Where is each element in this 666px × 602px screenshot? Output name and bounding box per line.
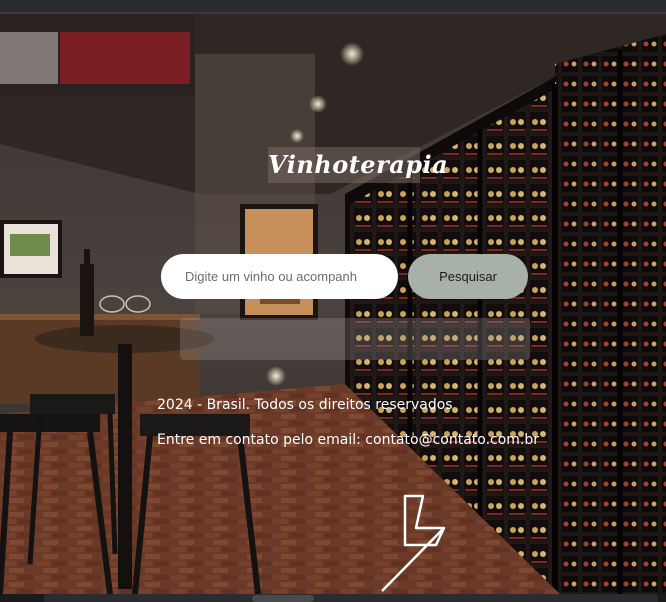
browser-bottom-bar [0,594,666,602]
search-button[interactable]: Pesquisar [408,254,528,299]
browser-top-bar [0,0,666,14]
wine-cellar-background [0,14,666,594]
results-panel [180,318,530,360]
site-logo-title[interactable]: Vinhoterapia [268,147,448,183]
contact-email-text: Entre em contato pelo email: contato@con… [157,432,540,448]
search-input[interactable] [161,254,398,299]
lightning-logo-icon [381,494,446,592]
scrollbar-thumb[interactable] [252,595,314,602]
copyright-text: 2024 - Brasil. Todos os direitos reserva… [157,397,453,413]
